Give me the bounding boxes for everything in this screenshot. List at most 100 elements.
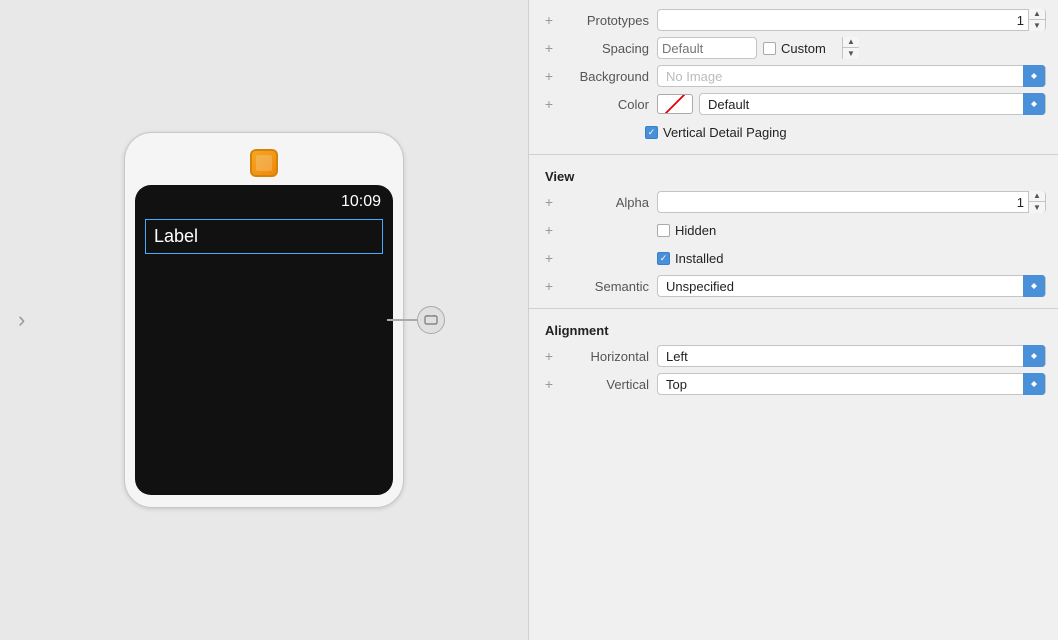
watch-screen: 10:09 Label [135, 185, 393, 495]
prototypes-stepper[interactable]: ▲ ▼ [1028, 9, 1045, 31]
spacing-label: Spacing [559, 41, 649, 56]
horizontal-dropdown-text: Left [666, 349, 1023, 364]
vdp-checkbox[interactable] [645, 126, 658, 139]
prototypes-controls: ▲ ▼ [657, 9, 1046, 31]
vertical-dropdown-arrow[interactable] [1023, 373, 1045, 395]
vertical-label: Vertical [559, 377, 649, 392]
alpha-stepper-down[interactable]: ▼ [1029, 202, 1045, 213]
background-controls: No Image [657, 65, 1046, 87]
background-dropdown-arrow[interactable] [1023, 65, 1045, 87]
semantic-plus-btn[interactable]: + [541, 279, 557, 293]
vertical-controls: Top [657, 373, 1046, 395]
canvas-area: › 10:09 Label [0, 0, 528, 640]
vertical-row: + Vertical Top [529, 370, 1058, 398]
color-label: Color [559, 97, 649, 112]
spacing-stepper-down[interactable]: ▼ [843, 48, 859, 59]
background-plus-btn[interactable]: + [541, 69, 557, 83]
spacing-input-wrap[interactable]: ▲ ▼ [657, 37, 757, 59]
semantic-dropdown-text: Unspecified [666, 279, 1023, 294]
installed-label: Installed [675, 251, 723, 266]
semantic-dropdown[interactable]: Unspecified [657, 275, 1046, 297]
color-dropdown-arrow[interactable] [1023, 93, 1045, 115]
installed-plus-btn[interactable]: + [541, 251, 557, 265]
semantic-controls: Unspecified [657, 275, 1046, 297]
background-dropdown[interactable]: No Image [657, 65, 1046, 87]
installed-checkbox[interactable] [657, 252, 670, 265]
semantic-dropdown-arrow[interactable] [1023, 275, 1045, 297]
prototypes-stepper-down[interactable]: ▼ [1029, 20, 1045, 31]
spacing-input[interactable] [658, 41, 842, 56]
alpha-plus-btn[interactable]: + [541, 195, 557, 209]
prototypes-stepper-up[interactable]: ▲ [1029, 9, 1045, 20]
vdp-label: Vertical Detail Paging [663, 125, 787, 140]
connector-circle [417, 306, 445, 334]
horizontal-row: + Horizontal Left [529, 342, 1058, 370]
watch-label-box[interactable]: Label [145, 219, 383, 254]
vdp-row: Vertical Detail Paging [529, 118, 1058, 146]
connector [387, 306, 445, 334]
background-row: + Background No Image [529, 62, 1058, 90]
left-arrow-icon: › [18, 307, 25, 333]
spacing-default-wrap: ▲ ▼ [657, 37, 757, 59]
alpha-row: + Alpha ▲ ▼ [529, 188, 1058, 216]
prototypes-row: + Prototypes ▲ ▼ [529, 6, 1058, 34]
alpha-label: Alpha [559, 195, 649, 210]
horizontal-label: Horizontal [559, 349, 649, 364]
vdp-checkbox-wrap[interactable]: Vertical Detail Paging [645, 125, 787, 140]
spacing-row: + Spacing ▲ ▼ Custom [529, 34, 1058, 62]
alpha-input[interactable] [658, 195, 1028, 210]
view-section: View + Alpha ▲ ▼ + Hid [529, 155, 1058, 308]
right-panel: + Prototypes ▲ ▼ + Spacing [528, 0, 1058, 640]
semantic-row: + Semantic Unspecified [529, 272, 1058, 300]
alpha-controls: ▲ ▼ [657, 191, 1046, 213]
color-row: + Color Default [529, 90, 1058, 118]
watch-label-text: Label [154, 226, 198, 246]
color-plus-btn[interactable]: + [541, 97, 557, 111]
alignment-section: Alignment + Horizontal Left + Vertical T… [529, 309, 1058, 406]
color-dropdown[interactable]: Default [699, 93, 1046, 115]
hidden-controls: Hidden [657, 223, 1046, 238]
horizontal-plus-btn[interactable]: + [541, 349, 557, 363]
watch-device: 10:09 Label [124, 132, 404, 508]
vertical-dropdown[interactable]: Top [657, 373, 1046, 395]
hidden-label: Hidden [675, 223, 716, 238]
prototypes-label: Prototypes [559, 13, 649, 28]
color-controls: Default [657, 93, 1046, 115]
watch-time: 10:09 [135, 185, 393, 215]
hidden-checkbox[interactable] [657, 224, 670, 237]
watch-outer-frame: 10:09 Label [124, 132, 404, 508]
color-swatch[interactable] [657, 94, 693, 114]
prototypes-section: + Prototypes ▲ ▼ + Spacing [529, 0, 1058, 154]
spacing-stepper-up[interactable]: ▲ [843, 37, 859, 48]
prototypes-input-wrap[interactable]: ▲ ▼ [657, 9, 1046, 31]
horizontal-dropdown-arrow[interactable] [1023, 345, 1045, 367]
vertical-plus-btn[interactable]: + [541, 377, 557, 391]
color-swatch-diagonal [658, 95, 692, 113]
connector-line [387, 319, 417, 321]
prototypes-input[interactable] [658, 13, 1028, 28]
horizontal-dropdown[interactable]: Left [657, 345, 1046, 367]
alpha-stepper[interactable]: ▲ ▼ [1028, 191, 1045, 213]
alpha-input-wrap[interactable]: ▲ ▼ [657, 191, 1046, 213]
installed-checkbox-wrap[interactable]: Installed [657, 251, 723, 266]
horizontal-controls: Left [657, 345, 1046, 367]
background-dropdown-text: No Image [666, 69, 1023, 84]
watch-top-bar [135, 143, 393, 185]
hidden-checkbox-wrap[interactable]: Hidden [657, 223, 716, 238]
spacing-controls: ▲ ▼ Custom [657, 37, 1046, 59]
vertical-dropdown-text: Top [666, 377, 1023, 392]
chip-icon [250, 149, 278, 177]
installed-controls: Installed [657, 251, 1046, 266]
spacing-plus-btn[interactable]: + [541, 41, 557, 55]
color-dropdown-text: Default [708, 97, 1023, 112]
alpha-stepper-up[interactable]: ▲ [1029, 191, 1045, 202]
prototypes-plus-btn[interactable]: + [541, 13, 557, 27]
semantic-label: Semantic [559, 279, 649, 294]
view-section-header: View [529, 161, 1058, 188]
background-label: Background [559, 69, 649, 84]
alignment-section-header: Alignment [529, 315, 1058, 342]
hidden-plus-btn[interactable]: + [541, 223, 557, 237]
spacing-stepper[interactable]: ▲ ▼ [842, 37, 859, 59]
hidden-row: + Hidden [529, 216, 1058, 244]
installed-row: + Installed [529, 244, 1058, 272]
